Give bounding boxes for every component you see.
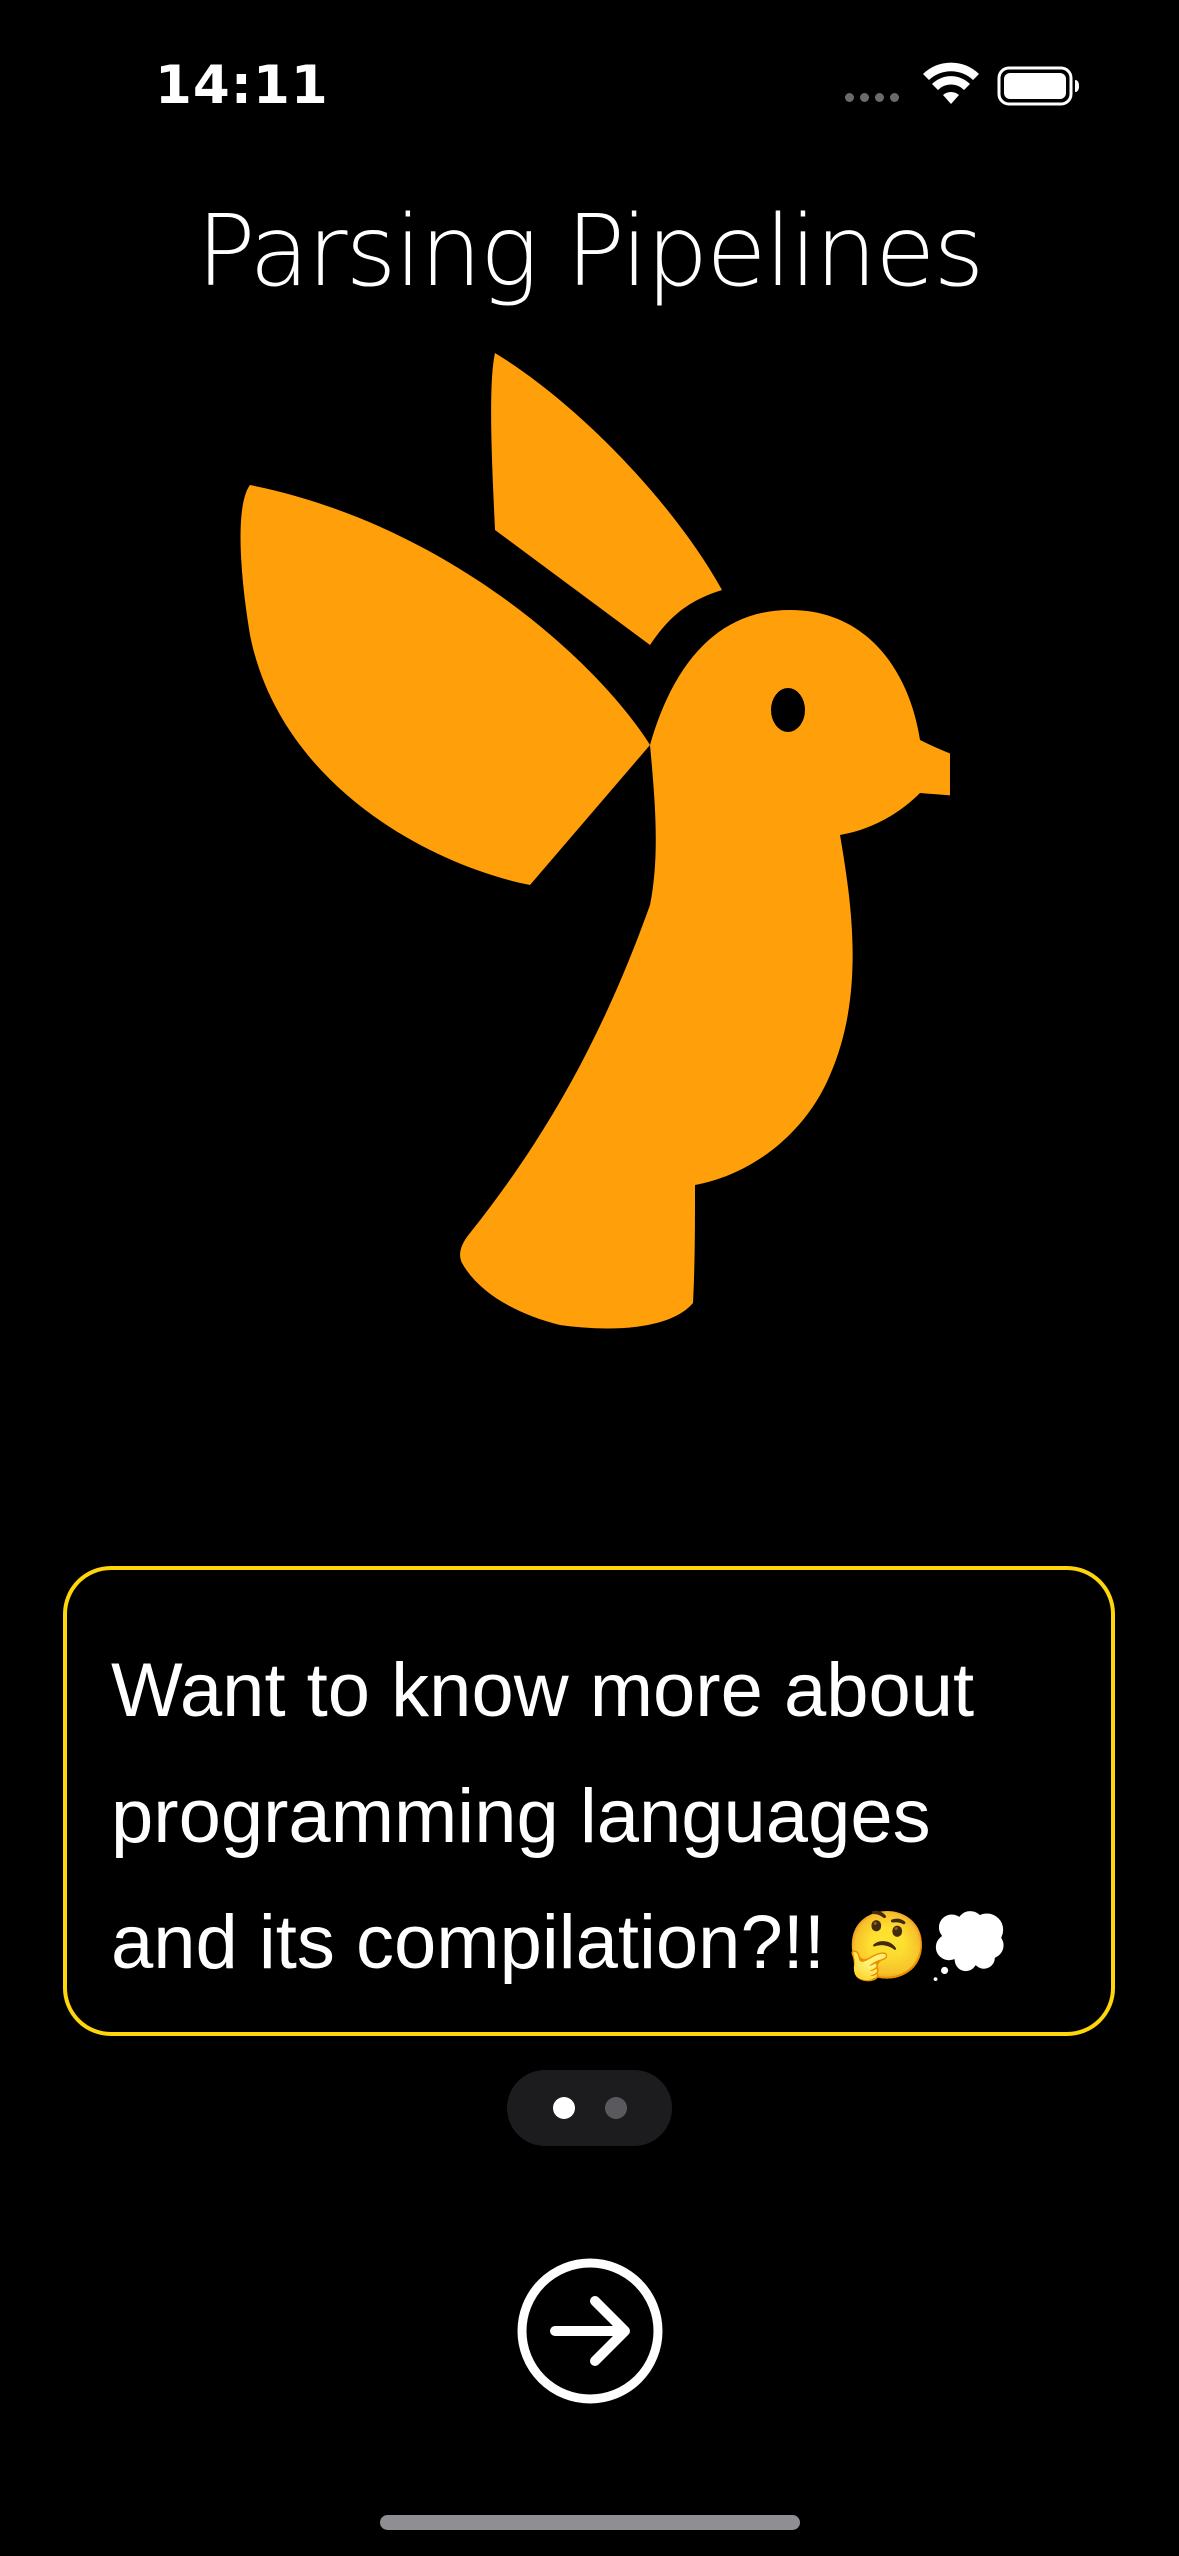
wifi-icon — [923, 62, 979, 104]
hummingbird-icon — [240, 353, 950, 1329]
cellular-signal-icon — [845, 93, 899, 102]
message-text: Want to know more about programming lang… — [111, 1628, 1067, 2008]
home-indicator[interactable] — [380, 2515, 800, 2530]
status-time: 14:11 — [155, 55, 329, 116]
battery-icon — [997, 66, 1079, 106]
thinking-emoji: 🤔💭 — [846, 1908, 1011, 1982]
message-card: Want to know more about programming lang… — [63, 1566, 1115, 2036]
page-title: Parsing Pipelines — [196, 195, 985, 309]
arrow-right-icon — [550, 2296, 630, 2366]
page-dot-1[interactable] — [552, 2097, 575, 2119]
status-bar: 14:11 — [0, 0, 1179, 170]
message-body: Want to know more about programming lang… — [111, 1648, 975, 1985]
next-button[interactable] — [515, 2256, 665, 2406]
page-dot-2[interactable] — [604, 2097, 627, 2119]
page-indicator[interactable] — [507, 2070, 672, 2146]
